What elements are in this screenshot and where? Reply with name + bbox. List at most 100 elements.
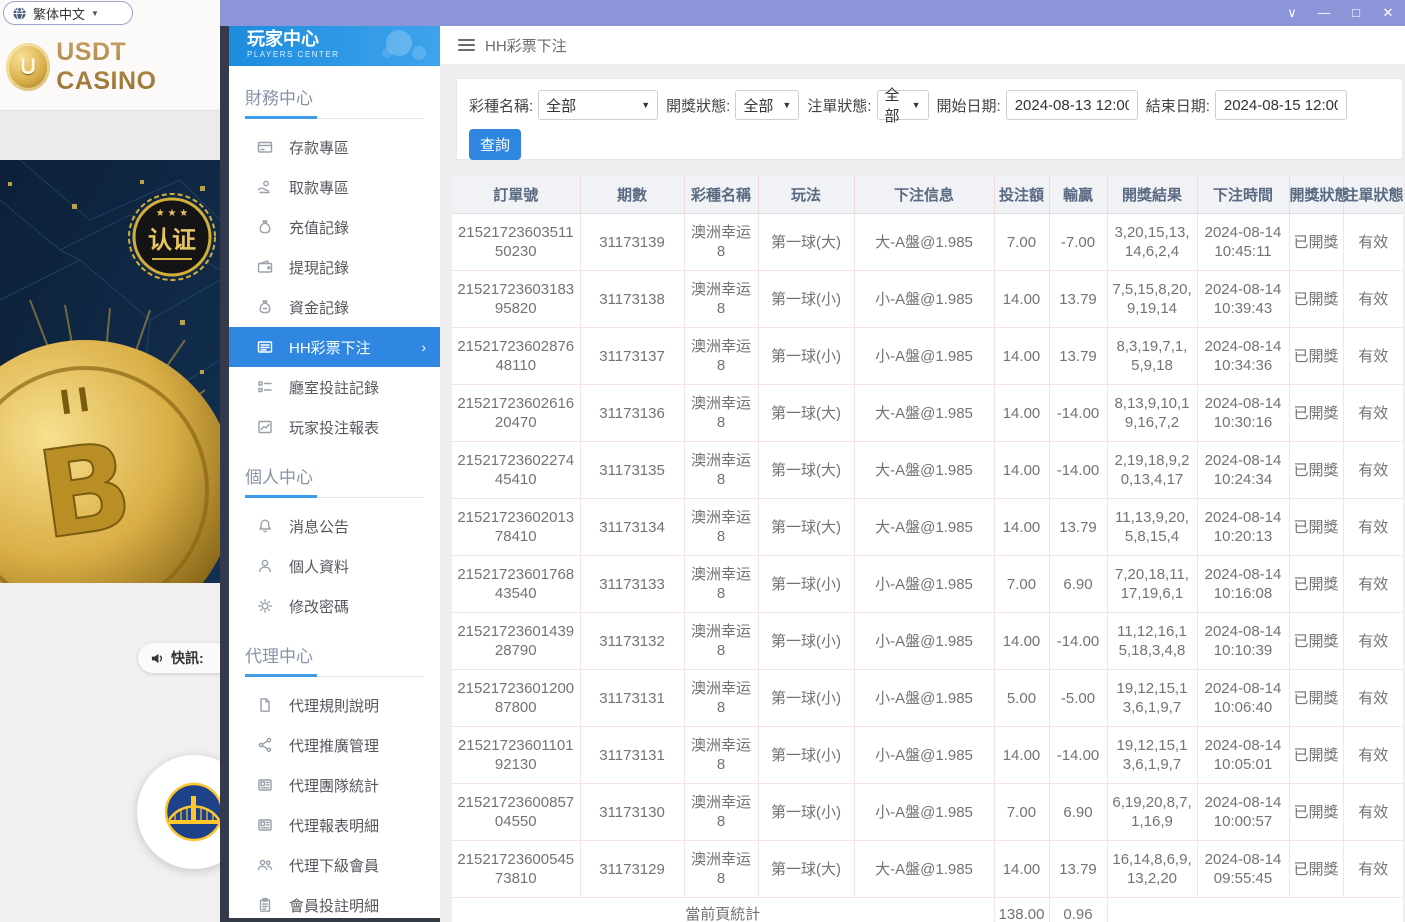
table-cell: 第一球(大) <box>758 442 854 499</box>
table-cell: 14.00 <box>994 841 1049 898</box>
table-row: 215217236017684354031173133澳洲幸运8第一球(小)小-… <box>452 556 1403 613</box>
chevron-down-window-button[interactable]: ∨ <box>1281 0 1303 26</box>
sidebar-item[interactable]: 代理團隊統計 <box>229 765 440 805</box>
sidebar-item[interactable]: 資金記錄 <box>229 287 440 327</box>
chevron-down-icon: ▼ <box>641 100 650 110</box>
section-underline <box>245 673 424 677</box>
table-cell: 大-A盤@1.985 <box>854 214 994 271</box>
brand-logo: U USDT CASINO <box>6 38 220 96</box>
end-date-label: 結束日期: <box>1146 95 1210 116</box>
table-cell: 澳洲幸运8 <box>684 670 758 727</box>
minimize-window-button[interactable]: — <box>1313 0 1335 26</box>
table-cell: 19,12,15,13,6,1,9,7 <box>1107 727 1197 784</box>
sidebar-item[interactable]: 存款專區 <box>229 127 440 167</box>
table-cell: 8,13,9,10,19,16,7,2 <box>1107 385 1197 442</box>
sidebar-item[interactable]: 廳室投註記錄 <box>229 367 440 407</box>
table-cell: 已開獎 <box>1289 670 1343 727</box>
coin-bag-icon <box>257 299 273 315</box>
close-window-button[interactable]: ✕ <box>1377 0 1399 26</box>
table-cell: 2024-08-14 10:10:39 <box>1197 613 1289 670</box>
news-label: 快訊: <box>171 648 204 668</box>
table-cell: -14.00 <box>1049 727 1107 784</box>
start-date-label: 開始日期: <box>937 95 1001 116</box>
sidebar-item[interactable]: HH彩票下注› <box>229 327 440 367</box>
table-cell: -14.00 <box>1049 613 1107 670</box>
draw-status-select[interactable]: 全部▼ <box>735 90 799 120</box>
maximize-window-button[interactable]: □ <box>1345 0 1367 26</box>
table-cell: -14.00 <box>1049 442 1107 499</box>
window-titlebar: ∨ — □ ✕ <box>220 0 1405 26</box>
table-cell: -7.00 <box>1049 214 1107 271</box>
ticket-list-icon <box>257 339 273 355</box>
table-cell: 第一球(小) <box>758 613 854 670</box>
sidebar-item-label: 代理團隊統計 <box>289 775 379 796</box>
bitcoin-banner: B ★ ★ ★ 认证 <box>0 160 220 583</box>
table-cell: 6.90 <box>1049 556 1107 613</box>
summary-label: 當前頁統計 <box>452 898 994 922</box>
sidebar-item[interactable]: 會員投註明細 <box>229 885 440 918</box>
query-button[interactable]: 查詢 <box>469 129 521 160</box>
table-cell: 已開獎 <box>1289 613 1343 670</box>
order-status-select[interactable]: 全部▼ <box>877 90 929 120</box>
list-check-icon <box>257 379 273 395</box>
table-cell: 已開獎 <box>1289 556 1343 613</box>
table-cell: 已開獎 <box>1289 841 1343 898</box>
sidebar-item[interactable]: 消息公告 <box>229 506 440 546</box>
table-cell: 第一球(大) <box>758 841 854 898</box>
table-row: 215217236022744541031173135澳洲幸运8第一球(大)大-… <box>452 442 1403 499</box>
page-header: HH彩票下注 <box>440 26 1405 64</box>
sidebar-item[interactable]: 充值記錄 <box>229 207 440 247</box>
table-cell: 有效 <box>1343 727 1403 784</box>
table-cell: 31173136 <box>580 385 684 442</box>
column-header: 下注時間 <box>1197 176 1289 214</box>
sidebar-item[interactable]: 玩家投注報表 <box>229 407 440 447</box>
sidebar-item[interactable]: 修改密碼 <box>229 586 440 626</box>
column-header: 投注額 <box>994 176 1049 214</box>
table-cell: 第一球(小) <box>758 784 854 841</box>
table-cell: 第一球(大) <box>758 214 854 271</box>
column-header: 彩種名稱 <box>684 176 758 214</box>
news-icon <box>257 777 273 793</box>
table-cell: 2024-08-14 10:24:34 <box>1197 442 1289 499</box>
language-selector[interactable]: 繁体中文 ▼ <box>3 1 133 25</box>
column-header: 下注信息 <box>854 176 994 214</box>
table-cell: 大-A盤@1.985 <box>854 499 994 556</box>
table-cell: 19,12,15,13,6,1,9,7 <box>1107 670 1197 727</box>
main-content: HH彩票下注 彩種名稱: 全部▼ 開獎狀態: 全部▼ 注單狀態: 全部▼ <box>440 26 1405 922</box>
table-cell: 7.00 <box>994 784 1049 841</box>
sidebar-item[interactable]: 提現記錄 <box>229 247 440 287</box>
decor-circle-icon <box>412 46 426 60</box>
table-cell: 2024-08-14 10:05:01 <box>1197 727 1289 784</box>
hamburger-menu-icon[interactable] <box>458 39 475 51</box>
table-cell: 7,5,15,8,20,9,19,14 <box>1107 271 1197 328</box>
table-cell: 2152172360201378410 <box>452 499 580 556</box>
table-cell: 16,14,8,6,9,13,2,20 <box>1107 841 1197 898</box>
table-cell: 11,12,16,15,18,3,4,8 <box>1107 613 1197 670</box>
svg-text:认证: 认证 <box>148 227 196 254</box>
lottery-name-select[interactable]: 全部▼ <box>538 90 658 120</box>
sidebar-item[interactable]: 取款專區 <box>229 167 440 207</box>
sidebar-item-label: 會員投註明細 <box>289 895 379 916</box>
user-icon <box>257 558 273 574</box>
table-cell: 2152172360143928790 <box>452 613 580 670</box>
sidebar-item[interactable]: 代理報表明細 <box>229 805 440 845</box>
table-cell: 31173137 <box>580 328 684 385</box>
sidebar-item[interactable]: 代理推廣管理 <box>229 725 440 765</box>
moneybag-icon <box>257 219 273 235</box>
sidebar-item[interactable]: 個人資料 <box>229 546 440 586</box>
sidebar-item-label: 取款專區 <box>289 177 349 198</box>
sidebar-item[interactable]: 代理下級會員 <box>229 845 440 885</box>
table-cell: 2024-08-14 10:16:08 <box>1197 556 1289 613</box>
sidebar-item-label: 代理規則說明 <box>289 695 379 716</box>
section-underline <box>245 494 424 498</box>
end-date-input[interactable] <box>1215 90 1347 120</box>
speaker-icon <box>150 651 165 666</box>
table-cell: 第一球(小) <box>758 328 854 385</box>
table-cell: 2152172360351150230 <box>452 214 580 271</box>
start-date-input[interactable] <box>1006 90 1138 120</box>
users-icon <box>257 857 273 873</box>
share-icon <box>257 737 273 753</box>
column-header: 注單狀態 <box>1343 176 1403 214</box>
sidebar-item[interactable]: 代理規則說明 <box>229 685 440 725</box>
globe-icon <box>12 6 27 21</box>
